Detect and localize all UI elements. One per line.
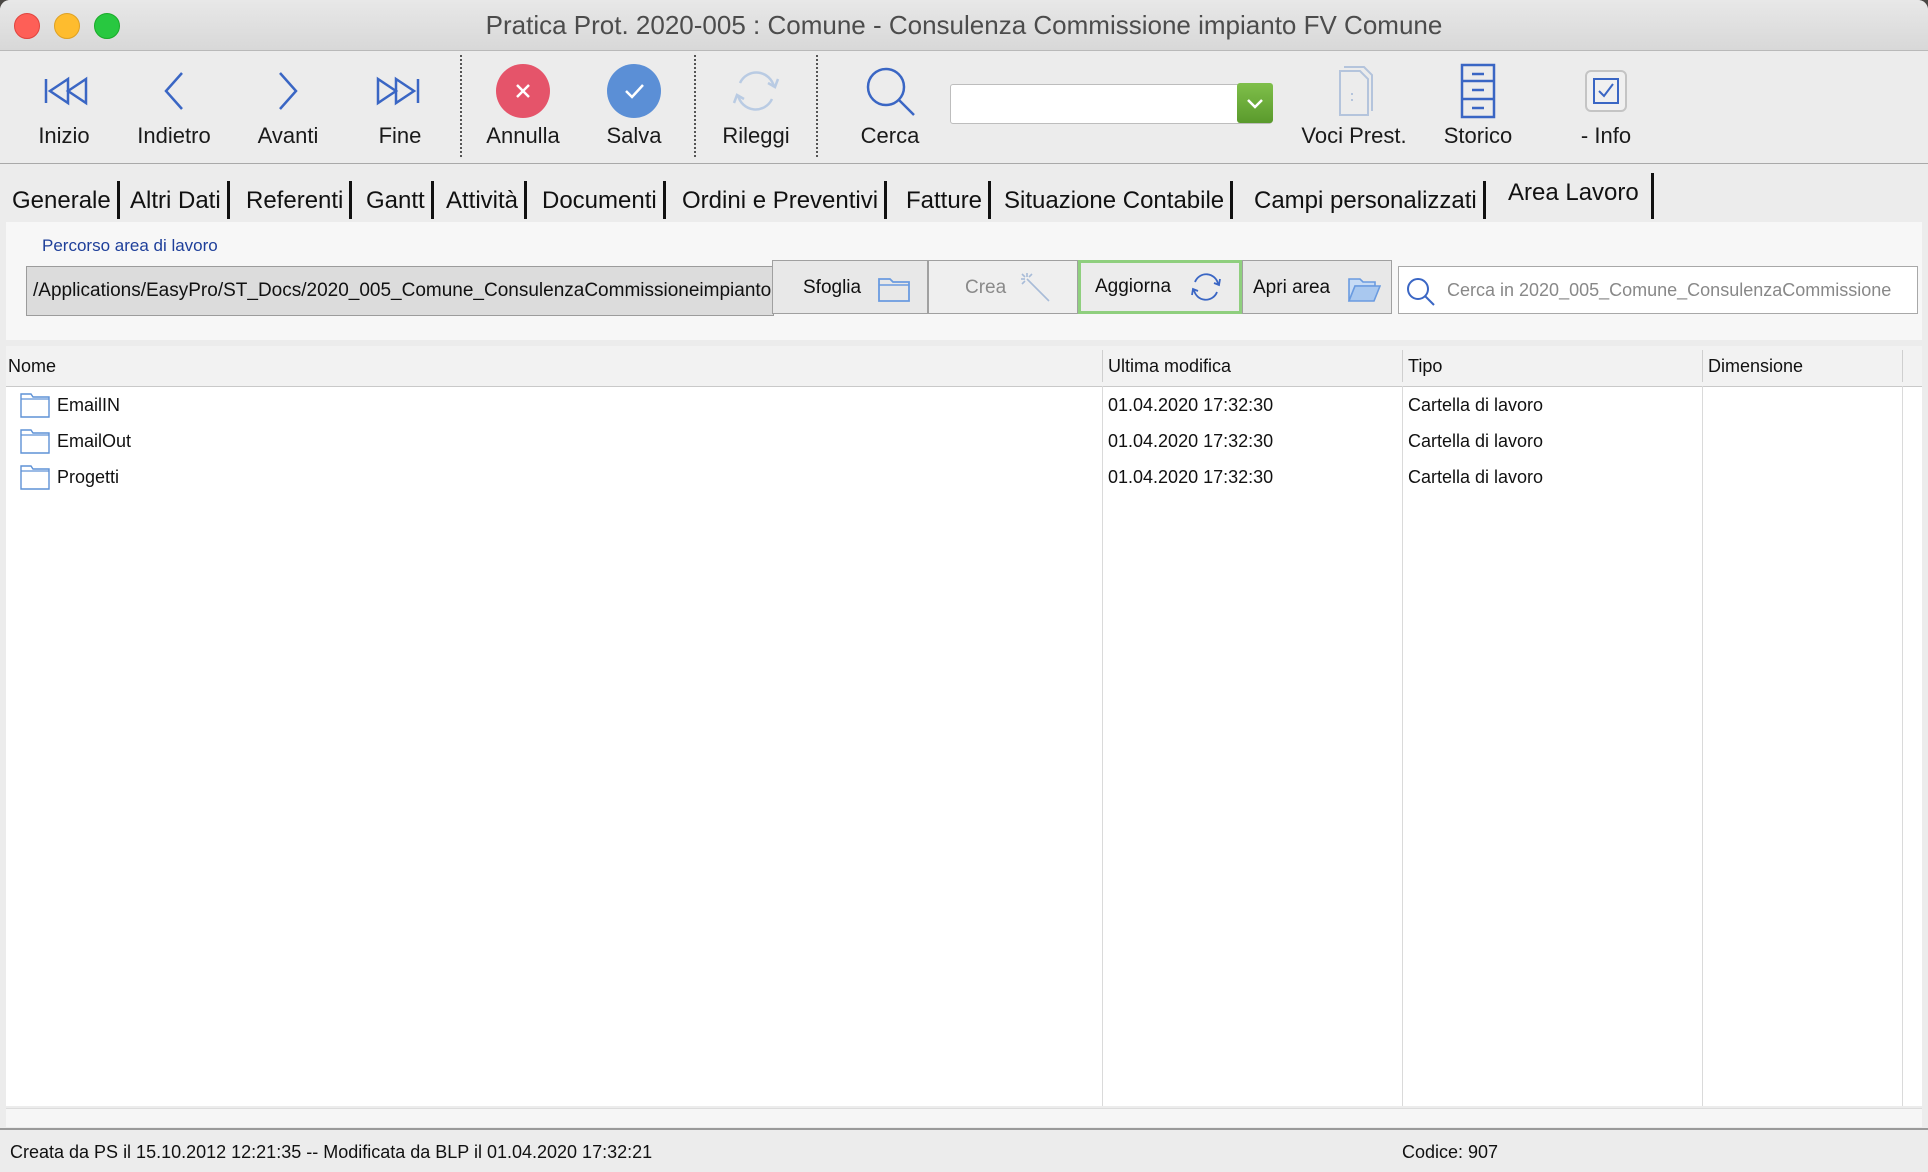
work-area-panel: Percorso area di lavoro /Applications/Ea… <box>6 222 1922 340</box>
folder-icon <box>20 465 50 490</box>
first-record-button[interactable]: Inizio <box>22 51 106 163</box>
open-folder-icon <box>1347 278 1381 302</box>
file-type: Cartella di lavoro <box>1408 395 1544 415</box>
file-name: Progetti <box>57 467 120 487</box>
tab-documenti[interactable]: Documenti <box>536 181 666 219</box>
chevron-right-icon <box>279 72 298 110</box>
record-audit-text: Creata da PS il 15.10.2012 12:21:35 -- M… <box>10 1142 653 1162</box>
checkmark-icon <box>607 64 661 118</box>
tab-generale[interactable]: Generale <box>6 181 120 219</box>
info-button[interactable]: - Info <box>1560 51 1652 163</box>
forward-button[interactable]: Avanti <box>244 51 332 163</box>
folder-icon <box>20 429 50 454</box>
save-button[interactable]: Salva <box>592 51 676 163</box>
file-list-header: Nome Ultima modifica Tipo Dimensione <box>6 346 1922 387</box>
title-bar: Pratica Prot. 2020-005 : Comune - Consul… <box>0 0 1928 51</box>
toolbar-separator <box>816 55 818 157</box>
tab-attivita[interactable]: Attività <box>440 181 528 219</box>
search-placeholder: Cerca in 2020_005_Comune_ConsulenzaCommi… <box>1447 280 1892 300</box>
column-divider[interactable] <box>1902 350 1903 382</box>
search-scope-combo[interactable] <box>950 83 1273 124</box>
tab-situazione-contabile[interactable]: Situazione Contabile <box>998 181 1234 219</box>
magic-wand-icon <box>1021 273 1050 302</box>
record-code: Codice: 907 <box>1402 1142 1499 1162</box>
tab-ordini-preventivi[interactable]: Ordini e Preventivi <box>676 181 888 219</box>
path-field[interactable]: /Applications/EasyPro/ST_Docs/2020_005_C… <box>26 266 774 316</box>
file-list: Nome Ultima modifica Tipo Dimensione Ema… <box>6 346 1922 1106</box>
table-row[interactable]: Progetti 01.04.2020 17:32:30 Cartella di… <box>6 460 1922 496</box>
file-modified: 01.04.2020 17:32:30 <box>1108 395 1274 415</box>
tab-altri-dati[interactable]: Altri Dati <box>124 181 230 219</box>
document-icon <box>1339 66 1373 116</box>
folder-icon <box>878 278 910 302</box>
back-button[interactable]: Indietro <box>128 51 220 163</box>
table-row[interactable]: EmailOut 01.04.2020 17:32:30 Cartella di… <box>6 424 1922 460</box>
column-header-type[interactable]: Tipo <box>1408 356 1442 377</box>
file-modified: 01.04.2020 17:32:30 <box>1108 431 1274 451</box>
tab-bar: Generale Altri Dati Referenti Gantt Atti… <box>0 165 1928 221</box>
file-type: Cartella di lavoro <box>1408 431 1544 451</box>
cancel-button[interactable]: Annulla <box>476 51 570 163</box>
refresh-area-button[interactable]: Aggiorna <box>1078 260 1242 314</box>
toolbar: Inizio Indietro Avanti Fine Annulla Salv… <box>0 51 1928 164</box>
history-button[interactable]: Storico <box>1434 51 1522 163</box>
path-label: Percorso area di lavoro <box>42 236 218 255</box>
column-header-modified[interactable]: Ultima modifica <box>1108 356 1231 377</box>
combo-dropdown-button[interactable] <box>1237 83 1273 123</box>
skip-last-icon <box>376 76 420 106</box>
file-name: EmailOut <box>57 431 132 451</box>
horizontal-scrollbar[interactable] <box>6 1108 1922 1127</box>
cabinet-icon <box>1460 63 1496 119</box>
folder-icon <box>20 393 50 418</box>
toolbar-separator <box>460 55 462 157</box>
magnifier-icon <box>866 67 915 116</box>
file-search-input[interactable]: Cerca in 2020_005_Comune_ConsulenzaCommi… <box>1398 266 1918 314</box>
open-area-button[interactable]: Apri area <box>1242 260 1392 314</box>
tab-fatture[interactable]: Fatture <box>900 181 992 219</box>
file-type: Cartella di lavoro <box>1408 467 1544 487</box>
tab-gantt[interactable]: Gantt <box>360 181 434 219</box>
refresh-icon <box>732 71 780 111</box>
skip-first-icon <box>44 76 88 106</box>
file-name: EmailIN <box>57 395 121 415</box>
column-divider[interactable] <box>1702 350 1703 382</box>
last-record-button[interactable]: Fine <box>356 51 444 163</box>
column-header-name[interactable]: Nome <box>8 356 56 377</box>
toolbar-separator <box>694 55 696 157</box>
file-modified: 01.04.2020 17:32:30 <box>1108 467 1274 487</box>
checkbox-icon <box>1585 70 1627 112</box>
column-header-size[interactable]: Dimensione <box>1708 356 1803 377</box>
tab-referenti[interactable]: Referenti <box>240 181 353 219</box>
create-button[interactable]: Crea <box>928 260 1078 314</box>
chevron-down-icon <box>1247 99 1263 109</box>
refresh-icon <box>1191 273 1221 301</box>
reload-button[interactable]: Rileggi <box>710 51 802 163</box>
items-button[interactable]: Voci Prest. <box>1296 51 1412 163</box>
table-row[interactable]: EmailIN 01.04.2020 17:32:30 Cartella di … <box>6 388 1922 424</box>
window-title: Pratica Prot. 2020-005 : Comune - Consul… <box>485 10 1443 40</box>
column-divider[interactable] <box>1402 350 1403 382</box>
tab-campi-personalizzati[interactable]: Campi personalizzati <box>1248 181 1486 219</box>
app-window: Pratica Prot. 2020-005 : Comune - Consul… <box>0 0 1928 1172</box>
search-button[interactable]: Cerca <box>846 51 934 163</box>
status-bar: Creata da PS il 15.10.2012 12:21:35 -- M… <box>0 1128 1928 1172</box>
cancel-icon <box>496 64 550 118</box>
tab-area-lavoro[interactable]: Area Lavoro <box>1500 173 1654 219</box>
magnifier-icon <box>1407 278 1435 306</box>
browse-button[interactable]: Sfoglia <box>772 260 928 314</box>
chevron-left-icon <box>164 72 183 110</box>
column-divider[interactable] <box>1102 350 1103 382</box>
